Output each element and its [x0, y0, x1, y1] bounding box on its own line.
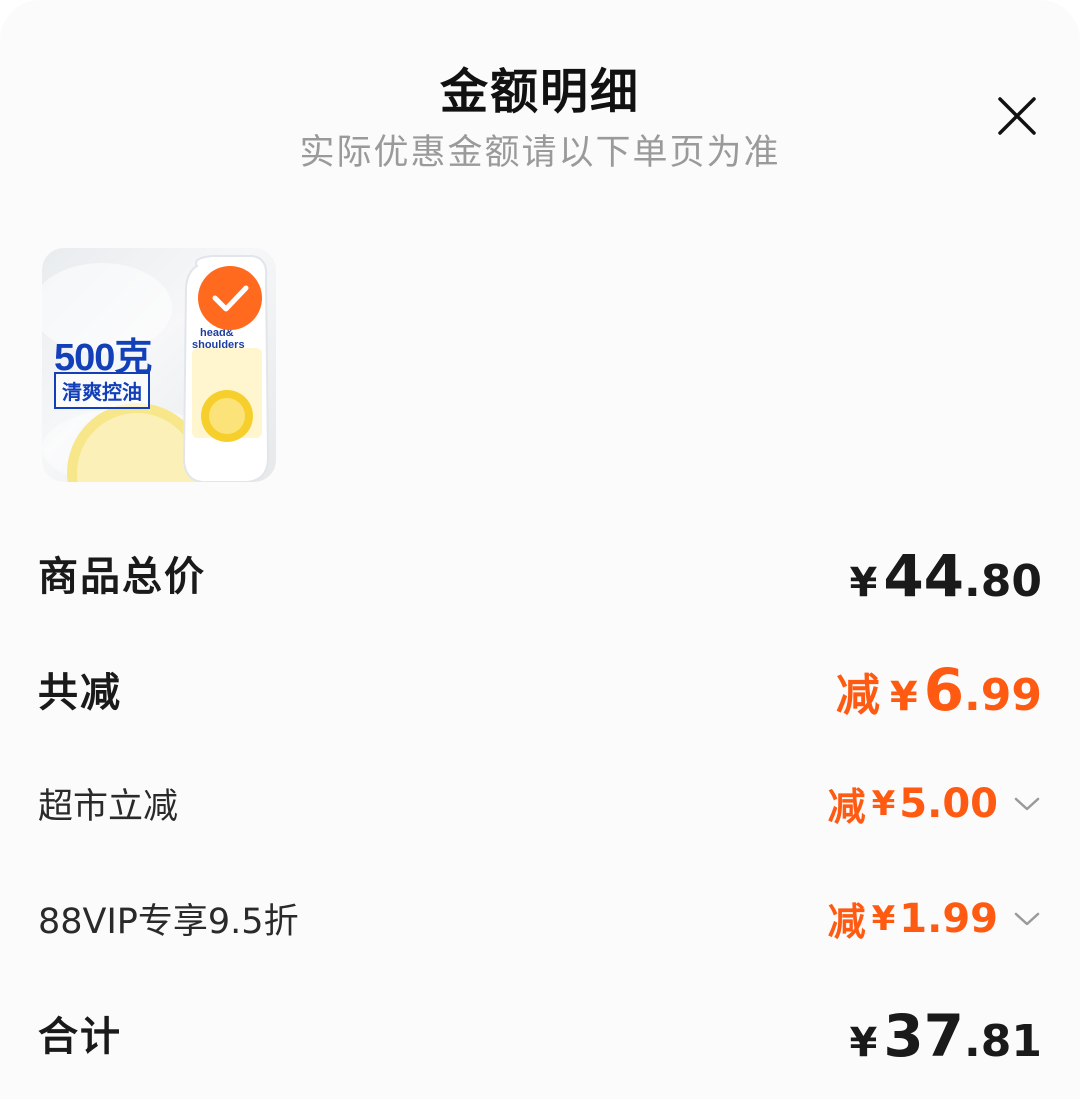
product-tag: 清爽控油 — [54, 372, 150, 409]
subtotal-label: 商品总价 — [38, 554, 206, 600]
subtotal-amount: ¥44.80 — [849, 542, 1042, 610]
total-label: 合计 — [38, 1014, 122, 1060]
vip-discount-label: 88VIP专享9.5折 — [38, 902, 299, 942]
selected-check-badge — [198, 266, 262, 330]
amount-detail-sheet: 金额明细 实际优惠金额请以下单页为准 head& shoulders 500克 … — [0, 0, 1080, 1099]
supermarket-discount-label: 超市立减 — [38, 787, 179, 827]
sheet-title: 金额明细 — [439, 64, 640, 120]
sheet-subtitle: 实际优惠金额请以下单页为准 — [299, 133, 781, 173]
total-discount-amount: 减 ¥6.99 — [835, 656, 1042, 724]
total-discount-label: 共减 — [38, 670, 122, 716]
supermarket-discount-amount[interactable]: 减 ¥ 5.00 — [828, 776, 1042, 831]
vip-discount-amount[interactable]: 减 ¥ 1.99 — [828, 891, 1042, 946]
close-icon[interactable] — [996, 95, 1038, 137]
chevron-down-icon[interactable] — [1012, 909, 1042, 929]
chevron-down-icon[interactable] — [1012, 794, 1042, 814]
svg-text:shoulders: shoulders — [192, 339, 245, 351]
product-thumbnail[interactable]: head& shoulders 500克 清爽控油 — [42, 248, 276, 482]
total-amount: ¥37.81 — [849, 1002, 1042, 1070]
